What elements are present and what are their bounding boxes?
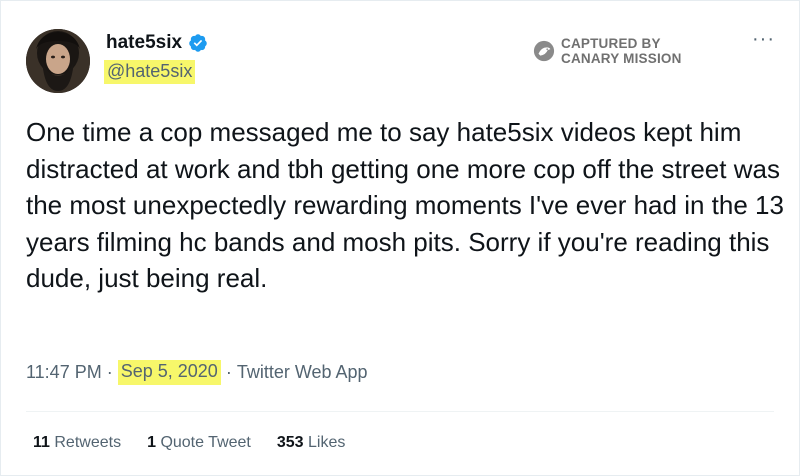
more-options-icon[interactable]: ···: [752, 29, 775, 49]
divider: [26, 411, 774, 412]
avatar[interactable]: [26, 29, 90, 93]
canary-mission-watermark: CAPTURED BY CANARY MISSION: [533, 36, 682, 66]
likes-stat[interactable]: 353 Likes: [277, 434, 346, 452]
verified-badge-icon: [189, 34, 207, 52]
likes-count: 353: [276, 434, 304, 451]
quotes-label: Quote Tweet: [160, 434, 251, 451]
canary-mission-logo-icon: [533, 40, 555, 62]
tweet-date[interactable]: Sep 5, 2020: [117, 360, 221, 385]
likes-label: Likes: [308, 434, 346, 451]
meta-separator: ·: [101, 362, 118, 382]
display-name[interactable]: hate5six: [106, 32, 182, 54]
watermark-line-1: CAPTURED BY: [561, 36, 661, 51]
handle[interactable]: @hate5six: [104, 60, 196, 84]
quote-tweets-stat[interactable]: 1 Quote Tweet: [147, 434, 251, 452]
meta-separator: ·: [220, 362, 237, 382]
engagement-stats: 11 Retweets 1 Quote Tweet 353 Likes: [33, 434, 345, 452]
retweets-stat[interactable]: 11 Retweets: [33, 434, 121, 452]
retweets-label: Retweets: [54, 434, 122, 451]
tweet-text: One time a cop messaged me to say hate5s…: [26, 117, 784, 293]
quotes-count: 1: [147, 434, 156, 451]
tweet-time[interactable]: 11:47 PM: [26, 362, 102, 383]
retweets-count: 11: [33, 434, 50, 451]
watermark-line-2: CANARY MISSION: [561, 51, 682, 66]
watermark-text: CAPTURED BY CANARY MISSION: [561, 36, 682, 66]
author-name-row: hate5six: [106, 32, 208, 54]
tweet-meta: 11:47 PM · Sep 5, 2020 · Twitter Web App: [26, 360, 368, 385]
tweet-source[interactable]: Twitter Web App: [237, 362, 368, 383]
profile-photo-icon: [26, 29, 90, 93]
